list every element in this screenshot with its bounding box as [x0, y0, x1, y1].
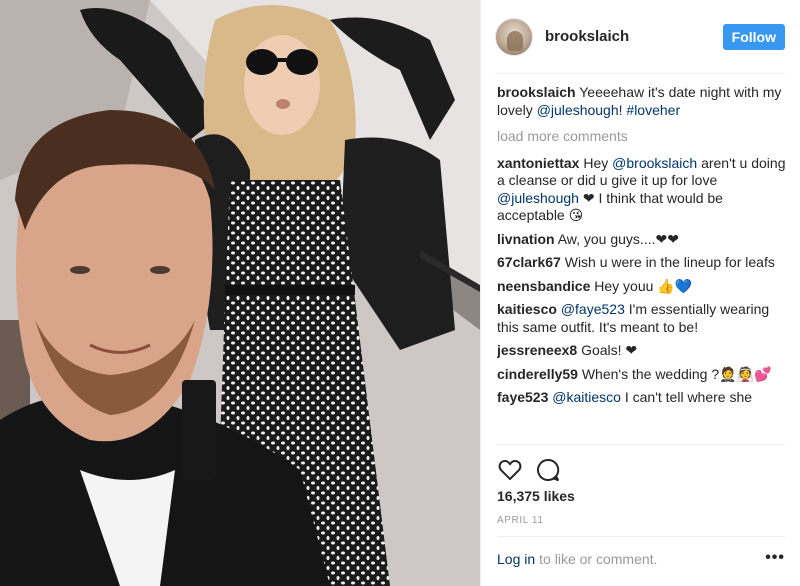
comment-body: Aw, you guys....❤❤ — [558, 231, 679, 247]
mention-link[interactable]: @kaitiesco — [552, 389, 621, 405]
comment-body: When's the wedding ?🤵👰💕 — [582, 366, 772, 382]
photo-illustration — [0, 0, 480, 586]
comment-item: kaitiesco @faye523 I'm essentially weari… — [497, 301, 793, 336]
caption: brookslaich Yeeeehaw it's date night wit… — [497, 84, 793, 119]
author-username[interactable]: brookslaich — [545, 28, 723, 45]
mention-link[interactable]: @juleshough — [537, 102, 619, 118]
caption-username[interactable]: brookslaich — [497, 84, 576, 100]
comment-body: Wish u were in the lineup for leafs — [565, 254, 775, 270]
divider — [497, 444, 785, 445]
comment-username[interactable]: neensbandice — [497, 278, 590, 294]
comment-username[interactable]: faye523 — [497, 389, 548, 405]
comment-bubble-icon[interactable] — [535, 457, 561, 483]
comment-item: 67clark67 Wish u were in the lineup for … — [497, 254, 793, 272]
comment-username[interactable]: kaitiesco — [497, 301, 557, 317]
heart-outline-icon[interactable] — [497, 457, 523, 483]
post-date[interactable]: APRIL 11 — [497, 515, 544, 526]
comment-body: Hey youu 👍💙 — [594, 278, 692, 294]
hashtag-link[interactable]: #loveher — [626, 102, 680, 118]
comment-body: Goals! ❤ — [581, 342, 637, 358]
login-prompt-text: to like or comment. — [539, 551, 658, 567]
comment-text: Aw, you guys....❤❤ — [557, 230, 679, 247]
comment-text: I can't tell where she — [620, 389, 753, 405]
mention-link[interactable]: @brookslaich — [612, 155, 697, 171]
comment-text: Hey — [583, 154, 613, 171]
follow-button[interactable]: Follow — [722, 23, 785, 50]
comment-username[interactable]: cinderelly59 — [497, 366, 578, 382]
login-link[interactable]: Log in — [497, 551, 535, 567]
comment-username[interactable]: jessreneex8 — [497, 342, 577, 358]
more-options-button[interactable]: ••• — [765, 549, 785, 567]
author-avatar[interactable] — [495, 17, 533, 56]
comment-username[interactable]: xantoniettax — [497, 155, 579, 171]
comment-body: @kaitiesco I can't tell where she — [552, 389, 752, 405]
mention-link[interactable]: @faye523 — [561, 301, 625, 317]
login-footer: Log in to like or comment. ••• — [497, 549, 785, 567]
post-side-panel: brookslaich Follow brookslaich Yeeeehaw … — [480, 0, 800, 586]
comments-list: brookslaich Yeeeehaw it's date night wit… — [497, 84, 793, 440]
likes-count[interactable]: 16,375 likes — [497, 488, 575, 504]
comment-text: Goals! ❤ — [581, 342, 638, 358]
comment-item: livnation Aw, you guys....❤❤ — [497, 231, 793, 249]
comment-item: cinderelly59 When's the wedding ?🤵👰💕 — [497, 366, 793, 384]
comment-text: Hey youu 👍💙 — [594, 277, 693, 294]
comment-text: When's the wedding ?🤵👰💕 — [581, 365, 772, 382]
comment-item: xantoniettax Hey @brookslaich aren't u d… — [497, 155, 793, 225]
divider — [497, 536, 785, 537]
comment-item: faye523 @kaitiesco I can't tell where sh… — [497, 389, 793, 407]
post-header: brookslaich Follow — [481, 0, 800, 74]
action-bar — [497, 456, 573, 484]
mention-link[interactable]: @juleshough — [497, 190, 579, 206]
load-more-comments-link[interactable]: load more comments — [497, 128, 793, 146]
comment-username[interactable]: livnation — [497, 231, 555, 247]
post-photo[interactable] — [0, 0, 480, 586]
comment-item: jessreneex8 Goals! ❤ — [497, 342, 793, 360]
comment-item: neensbandice Hey youu 👍💙 — [497, 278, 793, 296]
comment-text: Wish u were in the lineup for leafs — [564, 254, 775, 270]
comment-username[interactable]: 67clark67 — [497, 254, 561, 270]
